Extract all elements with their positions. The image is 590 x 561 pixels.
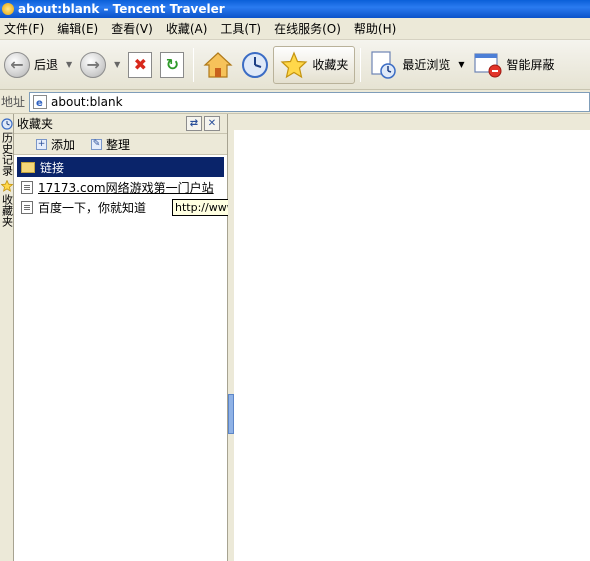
favorites-panel: 收藏夹 ⇄ ✕ + 添加 ✎ 整理 链接 17173.com网络游戏第一门户站 … xyxy=(14,114,228,561)
web-page-icon xyxy=(21,200,33,214)
stop-icon: ✖ xyxy=(128,51,153,78)
edit-icon: ✎ xyxy=(91,138,103,150)
list-item-label: 17173.com网络游戏第一门户站 xyxy=(38,180,214,195)
toolbar: ← 后退 ▼ → ▼ ✖ ↻ 收藏夹 最近浏览 ▼ 智能屏蔽 xyxy=(0,40,590,90)
clock-icon xyxy=(1,118,13,130)
side-tab-favorites-label: 收藏夹 xyxy=(0,194,14,227)
back-button[interactable]: ← 后退 xyxy=(0,45,62,85)
title-bar: about:blank - Tencent Traveler xyxy=(0,0,590,18)
list-item-label: 百度一下，你就知道 xyxy=(38,200,147,215)
menu-online-services[interactable]: 在线服务(O) xyxy=(270,20,350,37)
toolbar-separator xyxy=(193,47,195,82)
panel-close-button[interactable]: ✕ xyxy=(204,116,220,131)
favorites-link-17173[interactable]: 17173.com网络游戏第一门户站 xyxy=(17,177,224,197)
back-arrow-icon: ← xyxy=(4,51,30,78)
popup-block-icon xyxy=(473,52,502,77)
address-value: about:blank xyxy=(51,94,123,109)
pin-icon: ⇄ xyxy=(189,118,199,129)
favorites-actions: + 添加 ✎ 整理 xyxy=(14,134,227,155)
stop-button[interactable]: ✖ xyxy=(124,45,156,85)
svg-text:e: e xyxy=(36,98,43,109)
menu-favorites[interactable]: 收藏(A) xyxy=(162,20,217,37)
favorites-panel-title: 收藏夹 xyxy=(17,117,54,131)
add-icon: + xyxy=(36,138,47,150)
star-icon xyxy=(280,50,308,78)
forward-arrow-icon: → xyxy=(80,51,107,78)
window-title: about:blank - Tencent Traveler xyxy=(18,2,225,16)
web-page-icon xyxy=(21,180,33,194)
add-favorite-button[interactable]: + 添加 xyxy=(36,136,75,153)
address-label: 地址 xyxy=(1,95,26,109)
menu-tools[interactable]: 工具(T) xyxy=(216,20,270,37)
list-item-label: 链接 xyxy=(40,160,65,175)
organize-favorites-label: 整理 xyxy=(106,137,131,152)
recent-button[interactable]: 最近浏览 xyxy=(366,45,454,85)
address-bar: 地址 e about:blank xyxy=(0,90,590,114)
side-tab-history[interactable]: 历史记录 xyxy=(0,114,14,176)
add-favorite-label: 添加 xyxy=(51,137,76,152)
back-dropdown-icon[interactable]: ▼ xyxy=(66,60,72,69)
clock-icon xyxy=(242,51,269,78)
menu-bar: 文件(F) 编辑(E) 查看(V) 收藏(A) 工具(T) 在线服务(O) 帮助… xyxy=(0,18,590,40)
history-button[interactable] xyxy=(237,45,273,85)
menu-file[interactable]: 文件(F) xyxy=(0,20,53,37)
favorites-folder-links[interactable]: 链接 xyxy=(17,157,224,177)
page-ie-icon: e xyxy=(33,94,48,109)
folder-icon xyxy=(21,161,35,173)
page-content-area[interactable] xyxy=(234,114,590,561)
back-label: 后退 xyxy=(34,58,59,72)
block-button[interactable]: 智能屏蔽 xyxy=(469,45,559,85)
forward-button[interactable]: → xyxy=(76,45,110,85)
organize-favorites-button[interactable]: ✎ 整理 xyxy=(91,136,130,153)
menu-view[interactable]: 查看(V) xyxy=(107,20,162,37)
recent-dropdown-icon[interactable]: ▼ xyxy=(458,60,464,69)
favorites-panel-header: 收藏夹 ⇄ ✕ xyxy=(14,114,227,134)
refresh-icon: ↻ xyxy=(160,51,185,78)
menu-help[interactable]: 帮助(H) xyxy=(350,20,405,37)
recent-pages-icon xyxy=(371,50,397,79)
favorites-label: 收藏夹 xyxy=(312,58,349,72)
address-input[interactable]: e about:blank xyxy=(29,91,590,112)
favorites-button[interactable]: 收藏夹 xyxy=(273,45,356,84)
close-icon: ✕ xyxy=(207,118,217,129)
side-tab-strip: 历史记录 收藏夹 xyxy=(0,114,14,561)
toolbar-separator xyxy=(360,47,362,82)
refresh-button[interactable]: ↻ xyxy=(156,45,188,85)
app-icon xyxy=(2,3,14,15)
star-icon xyxy=(1,180,13,192)
home-icon xyxy=(203,51,233,78)
panel-pin-button[interactable]: ⇄ xyxy=(186,116,202,131)
recent-label: 最近浏览 xyxy=(402,58,451,72)
home-button[interactable] xyxy=(199,45,237,85)
forward-dropdown-icon[interactable]: ▼ xyxy=(114,60,120,69)
side-tab-favorites[interactable]: 收藏夹 xyxy=(0,176,14,227)
block-label: 智能屏蔽 xyxy=(506,58,555,72)
menu-edit[interactable]: 编辑(E) xyxy=(53,20,107,37)
side-tab-history-label: 历史记录 xyxy=(0,132,14,176)
